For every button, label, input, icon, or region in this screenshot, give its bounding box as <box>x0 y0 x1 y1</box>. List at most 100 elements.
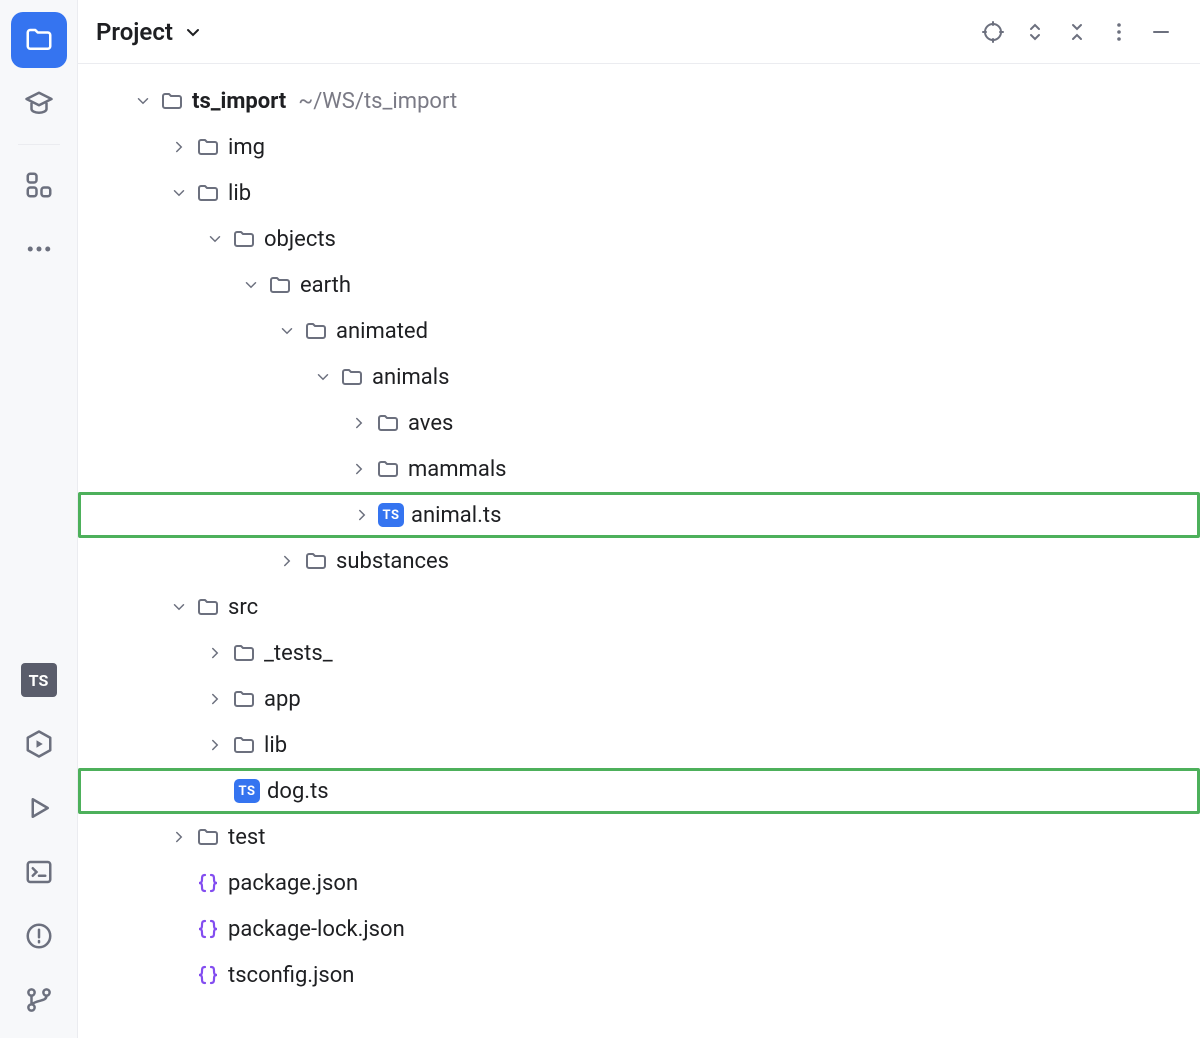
panel-title-dropdown[interactable]: Project <box>96 18 205 46</box>
chevron-right-icon[interactable] <box>200 644 230 662</box>
chevron-right-icon[interactable] <box>164 828 194 846</box>
tree-node-src[interactable]: src <box>78 584 1200 630</box>
json-file-icon <box>194 917 222 941</box>
chevron-right-icon[interactable] <box>272 552 302 570</box>
vcs-tool-button[interactable] <box>11 972 67 1028</box>
tree-node-test[interactable]: test <box>78 814 1200 860</box>
services-tool-button[interactable] <box>11 716 67 772</box>
terminal-tool-button[interactable] <box>11 844 67 900</box>
tree-node-label: objects <box>264 227 336 252</box>
tree-node-label: test <box>228 825 265 850</box>
folder-icon <box>194 135 222 159</box>
panel-title: Project <box>96 18 173 46</box>
folder-icon <box>338 365 366 389</box>
chevron-down-up-icon <box>1065 20 1089 44</box>
tree-node-_tests_[interactable]: _tests_ <box>78 630 1200 676</box>
folder-icon <box>374 457 402 481</box>
folder-icon <box>24 25 54 55</box>
tree-node-label: src <box>228 595 258 620</box>
tree-node-label: dog.ts <box>267 779 329 804</box>
tree-node-aves[interactable]: aves <box>78 400 1200 446</box>
tree-node-path: ~/WS/ts_import <box>298 89 457 114</box>
tree-node-label: animals <box>372 365 449 390</box>
chevron-right-icon[interactable] <box>347 506 377 524</box>
chevron-right-icon[interactable] <box>200 690 230 708</box>
tree-node-label: _tests_ <box>264 641 333 666</box>
tree-node-label: app <box>264 687 301 712</box>
ellipsis-icon <box>24 234 54 264</box>
chevron-right-icon[interactable] <box>344 460 374 478</box>
chevron-down-icon[interactable] <box>308 368 338 386</box>
project-panel: Project ts_import ~/WS/ts_import img <box>78 0 1200 1038</box>
rail-separator <box>18 144 60 145</box>
folder-icon <box>266 273 294 297</box>
tree-node-label: package.json <box>228 871 358 896</box>
git-branch-icon <box>24 985 54 1015</box>
structure-icon <box>24 170 54 200</box>
chevron-down-icon[interactable] <box>272 322 302 340</box>
more-tool-button[interactable] <box>11 221 67 277</box>
learn-tool-button[interactable] <box>11 76 67 132</box>
folder-icon <box>302 549 330 573</box>
tree-node-app[interactable]: app <box>78 676 1200 722</box>
tree-node-animals[interactable]: animals <box>78 354 1200 400</box>
tree-node-label: tsconfig.json <box>228 963 354 988</box>
chevron-down-icon <box>181 20 205 44</box>
json-file-icon <box>194 963 222 987</box>
tree-node-animal.ts[interactable]: TSanimal.ts <box>78 492 1200 538</box>
chevron-down-icon[interactable] <box>164 598 194 616</box>
chevron-down-icon[interactable] <box>200 230 230 248</box>
chevron-down-icon[interactable] <box>164 184 194 202</box>
target-icon <box>981 20 1005 44</box>
tool-rail: TS <box>0 0 78 1038</box>
terminal-icon <box>24 857 54 887</box>
typescript-file-icon: TS <box>377 503 405 527</box>
chevron-up-down-icon <box>1023 20 1047 44</box>
tree-node-label: animated <box>336 319 428 344</box>
tree-node-label: img <box>228 135 265 160</box>
project-tree[interactable]: ts_import~/WS/ts_import img lib objects … <box>78 64 1200 1038</box>
chevron-right-icon[interactable] <box>344 414 374 432</box>
tree-node-dog.ts[interactable]: TSdog.ts <box>78 768 1200 814</box>
run-tool-button[interactable] <box>11 780 67 836</box>
tree-node-lib[interactable]: lib <box>78 170 1200 216</box>
structure-tool-button[interactable] <box>11 157 67 213</box>
tree-node-label: substances <box>336 549 449 574</box>
warning-circle-icon <box>24 921 54 951</box>
hexagon-play-icon <box>24 729 54 759</box>
folder-icon <box>194 181 222 205</box>
tree-node-mammals[interactable]: mammals <box>78 446 1200 492</box>
folder-icon <box>230 227 258 251</box>
tree-node-root[interactable]: ts_import ~/WS/ts_import <box>78 78 1200 124</box>
graduation-icon <box>24 89 54 119</box>
tree-node-tsconfig.json[interactable]: tsconfig.json <box>78 952 1200 998</box>
tree-node-substances[interactable]: substances <box>78 538 1200 584</box>
expand-all-button[interactable] <box>1014 11 1056 53</box>
folder-icon <box>230 641 258 665</box>
tree-node-package.json[interactable]: package.json <box>78 860 1200 906</box>
tree-node-package-lock.json[interactable]: package-lock.json <box>78 906 1200 952</box>
chevron-right-icon[interactable] <box>200 736 230 754</box>
folder-icon <box>374 411 402 435</box>
tree-node-objects[interactable]: objects <box>78 216 1200 262</box>
problems-tool-button[interactable] <box>11 908 67 964</box>
folder-icon <box>158 89 186 113</box>
chevron-right-icon[interactable] <box>164 138 194 156</box>
tree-node-label: mammals <box>408 457 507 482</box>
tree-node-label: lib <box>228 181 251 206</box>
hide-panel-button[interactable] <box>1140 11 1182 53</box>
tree-node-srclib[interactable]: lib <box>78 722 1200 768</box>
collapse-all-button[interactable] <box>1056 11 1098 53</box>
chevron-down-icon[interactable] <box>128 92 158 110</box>
tree-node-label: earth <box>300 273 351 298</box>
tree-node-img[interactable]: img <box>78 124 1200 170</box>
typescript-tool-button[interactable]: TS <box>11 652 67 708</box>
tree-node-earth[interactable]: earth <box>78 262 1200 308</box>
select-opened-file-button[interactable] <box>972 11 1014 53</box>
panel-options-button[interactable] <box>1098 11 1140 53</box>
tree-node-animated[interactable]: animated <box>78 308 1200 354</box>
tree-node-label: package-lock.json <box>228 917 405 942</box>
tree-node-label: ts_import <box>192 89 286 114</box>
chevron-down-icon[interactable] <box>236 276 266 294</box>
project-tool-button[interactable] <box>11 12 67 68</box>
